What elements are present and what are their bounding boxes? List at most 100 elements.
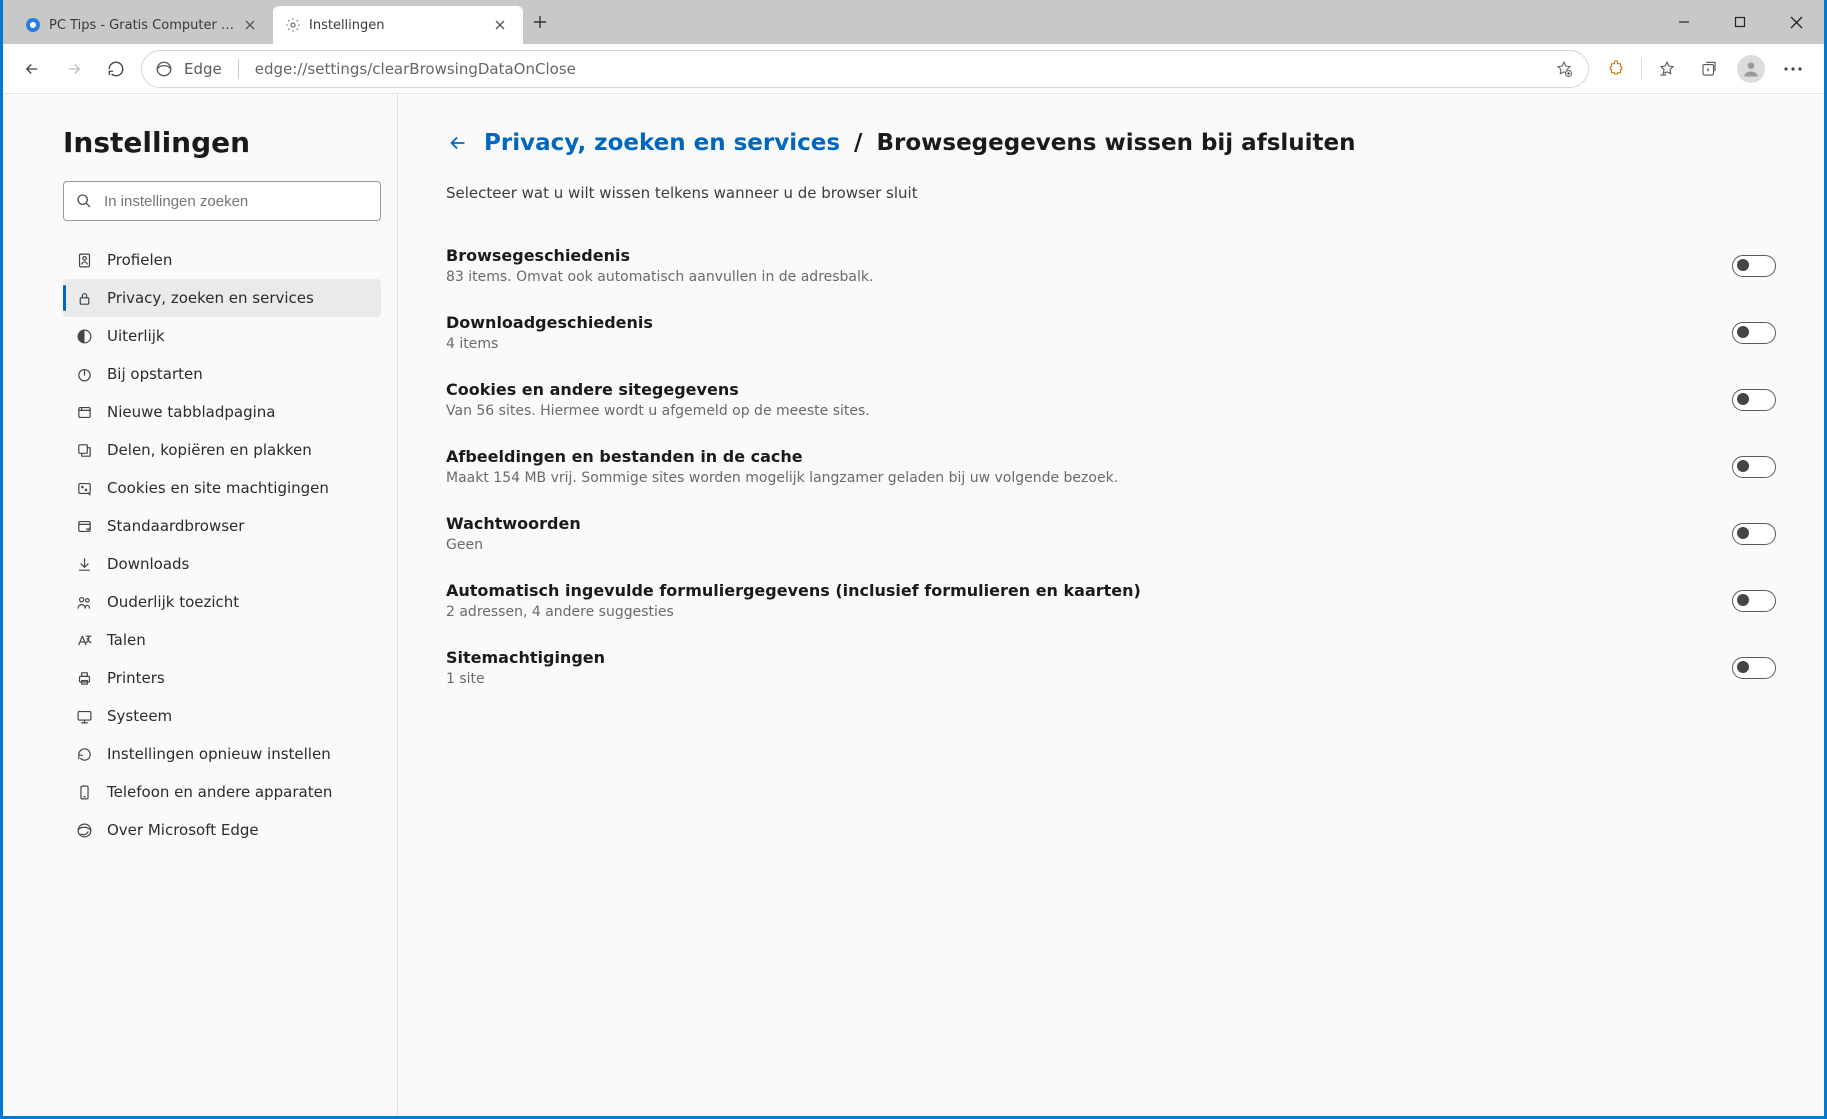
- gear-icon: [285, 17, 301, 33]
- new-tab-button[interactable]: [523, 5, 557, 39]
- settings-search[interactable]: [63, 181, 381, 221]
- sidebar-item-label: Ouderlijk toezicht: [107, 593, 239, 611]
- forward-button[interactable]: [57, 52, 91, 86]
- breadcrumb-back-button[interactable]: [446, 131, 470, 155]
- sidebar-item-label: Nieuwe tabbladpagina: [107, 403, 276, 421]
- close-icon[interactable]: [245, 20, 261, 30]
- setting-description: Geen: [446, 537, 1712, 553]
- system-icon: [75, 707, 93, 725]
- toggle-switch[interactable]: [1732, 523, 1776, 545]
- phone-icon: [75, 783, 93, 801]
- minimize-button[interactable]: [1656, 0, 1712, 44]
- settings-sidebar: Instellingen Profielen Privacy, zoeken e…: [3, 94, 398, 1116]
- family-icon: [75, 593, 93, 611]
- sidebar-item-newtab[interactable]: Nieuwe tabbladpagina: [63, 393, 381, 431]
- edge-icon: [75, 821, 93, 839]
- toggle-switch[interactable]: [1732, 456, 1776, 478]
- settings-main: Privacy, zoeken en services / Browsegege…: [398, 94, 1824, 1116]
- profile-icon: [75, 251, 93, 269]
- toggle-switch[interactable]: [1732, 255, 1776, 277]
- profile-avatar[interactable]: [1732, 52, 1770, 86]
- toggle-switch[interactable]: [1732, 389, 1776, 411]
- maximize-button[interactable]: [1712, 0, 1768, 44]
- close-window-button[interactable]: [1768, 0, 1824, 44]
- edge-logo-icon: [154, 59, 174, 79]
- pctips-favicon-icon: [25, 17, 41, 33]
- breadcrumb-current: Browsegegevens wissen bij afsluiten: [876, 130, 1355, 156]
- search-icon: [76, 193, 92, 209]
- cookies-icon: [75, 479, 93, 497]
- sidebar-item-edge[interactable]: Over Microsoft Edge: [63, 811, 381, 849]
- tabstrip: PC Tips - Gratis Computer Tips, i… Inste…: [3, 0, 1824, 44]
- setting-description: 1 site: [446, 671, 1712, 687]
- page-subtitle: Selecteer wat u wilt wissen telkens wann…: [446, 184, 1776, 202]
- sidebar-item-label: Standaardbrowser: [107, 517, 244, 535]
- tab-title: PC Tips - Gratis Computer Tips, i…: [49, 18, 237, 33]
- setting-row: Cookies en andere sitegegevens Van 56 si…: [446, 366, 1776, 433]
- address-bar[interactable]: Edge edge://settings/clearBrowsingDataOn…: [141, 50, 1589, 88]
- appearance-icon: [75, 327, 93, 345]
- share-icon: [75, 441, 93, 459]
- toggle-switch[interactable]: [1732, 590, 1776, 612]
- window-controls: [1656, 0, 1824, 44]
- sidebar-item-printer[interactable]: Printers: [63, 659, 381, 697]
- setting-description: 83 items. Omvat ook automatisch aanvulle…: [446, 269, 1712, 285]
- newtab-icon: [75, 403, 93, 421]
- refresh-button[interactable]: [99, 52, 133, 86]
- setting-title: Afbeeldingen en bestanden in de cache: [446, 447, 1712, 466]
- setting-title: Cookies en andere sitegegevens: [446, 380, 1712, 399]
- setting-row: Sitemachtigingen 1 site: [446, 634, 1776, 701]
- back-button[interactable]: [15, 52, 49, 86]
- setting-row: Afbeeldingen en bestanden in de cache Ma…: [446, 433, 1776, 500]
- extensions-icon[interactable]: [1597, 52, 1635, 86]
- toggle-switch[interactable]: [1732, 322, 1776, 344]
- favorite-add-icon[interactable]: [1552, 52, 1576, 86]
- sidebar-item-label: Talen: [107, 631, 146, 649]
- sidebar-item-lock[interactable]: Privacy, zoeken en services: [63, 279, 381, 317]
- toggle-switch[interactable]: [1732, 657, 1776, 679]
- toolbar: Edge edge://settings/clearBrowsingDataOn…: [3, 44, 1824, 94]
- address-label: Edge: [184, 60, 222, 78]
- collections-icon[interactable]: [1690, 52, 1728, 86]
- address-separator: [238, 59, 239, 79]
- sidebar-item-power[interactable]: Bij opstarten: [63, 355, 381, 393]
- favorites-icon[interactable]: [1648, 52, 1686, 86]
- setting-row: Browsegeschiedenis 83 items. Omvat ook a…: [446, 232, 1776, 299]
- sidebar-item-family[interactable]: Ouderlijk toezicht: [63, 583, 381, 621]
- setting-row: Wachtwoorden Geen: [446, 500, 1776, 567]
- setting-title: Sitemachtigingen: [446, 648, 1712, 667]
- sidebar-item-label: Over Microsoft Edge: [107, 821, 259, 839]
- sidebar-item-appearance[interactable]: Uiterlijk: [63, 317, 381, 355]
- sidebar-item-phone[interactable]: Telefoon en andere apparaten: [63, 773, 381, 811]
- sidebar-item-label: Uiterlijk: [107, 327, 165, 345]
- sidebar-item-cookies[interactable]: Cookies en site machtigingen: [63, 469, 381, 507]
- sidebar-item-system[interactable]: Systeem: [63, 697, 381, 735]
- sidebar-item-share[interactable]: Delen, kopiëren en plakken: [63, 431, 381, 469]
- sidebar-item-lang[interactable]: Talen: [63, 621, 381, 659]
- sidebar-item-profile[interactable]: Profielen: [63, 241, 381, 279]
- setting-row: Automatisch ingevulde formuliergegevens …: [446, 567, 1776, 634]
- setting-description: 4 items: [446, 336, 1712, 352]
- tab-pctips[interactable]: PC Tips - Gratis Computer Tips, i…: [13, 6, 273, 44]
- breadcrumb: Privacy, zoeken en services / Browsegege…: [446, 130, 1776, 156]
- sidebar-item-reset[interactable]: Instellingen opnieuw instellen: [63, 735, 381, 773]
- download-icon: [75, 555, 93, 573]
- sidebar-item-label: Systeem: [107, 707, 172, 725]
- sidebar-item-label: Profielen: [107, 251, 172, 269]
- sidebar-item-label: Delen, kopiëren en plakken: [107, 441, 312, 459]
- menu-button[interactable]: [1774, 52, 1812, 86]
- lock-icon: [75, 289, 93, 307]
- sidebar-item-default[interactable]: Standaardbrowser: [63, 507, 381, 545]
- search-input[interactable]: [104, 193, 368, 210]
- setting-description: Van 56 sites. Hiermee wordt u afgemeld o…: [446, 403, 1712, 419]
- setting-description: Maakt 154 MB vrij. Sommige sites worden …: [446, 470, 1712, 486]
- printer-icon: [75, 669, 93, 687]
- sidebar-item-download[interactable]: Downloads: [63, 545, 381, 583]
- sidebar-item-label: Cookies en site machtigingen: [107, 479, 329, 497]
- setting-title: Downloadgeschiedenis: [446, 313, 1712, 332]
- sidebar-item-label: Instellingen opnieuw instellen: [107, 745, 331, 763]
- close-icon[interactable]: [495, 20, 511, 30]
- sidebar-item-label: Printers: [107, 669, 165, 687]
- breadcrumb-link[interactable]: Privacy, zoeken en services: [484, 130, 840, 156]
- tab-settings[interactable]: Instellingen: [273, 6, 523, 44]
